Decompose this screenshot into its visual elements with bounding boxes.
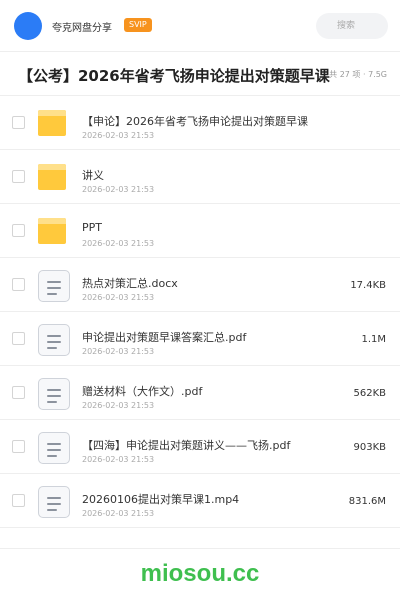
folder-icon bbox=[38, 162, 70, 194]
sharer-name: 夸克网盘分享 bbox=[52, 23, 112, 34]
share-meta: 共 27 项 · 7.5G bbox=[329, 70, 387, 79]
select-checkbox[interactable] bbox=[12, 116, 25, 129]
divider bbox=[0, 548, 400, 549]
file-size: 17.4KB bbox=[350, 280, 386, 291]
file-list: 【申论】2026年省考飞扬申论提出对策题早课 2026-02-03 21:53 讲义… bbox=[0, 96, 400, 528]
folder-icon bbox=[38, 108, 70, 140]
file-date: 2026-02-03 21:53 bbox=[82, 185, 155, 194]
file-name: 申论提出对策题早课答案汇总.pdf bbox=[82, 331, 247, 344]
list-item[interactable]: 讲义 2026-02-03 21:53 bbox=[0, 150, 400, 204]
list-item[interactable]: 【四海】申论提出对策题讲义——飞扬.pdf 2026-02-03 21:53 903… bbox=[0, 420, 400, 474]
search-input[interactable]: 搜索 bbox=[316, 13, 388, 39]
folder-icon bbox=[38, 216, 70, 248]
top-bar: 夸克网盘分享 SVIP 搜索 bbox=[0, 0, 400, 52]
select-checkbox[interactable] bbox=[12, 440, 25, 453]
select-checkbox[interactable] bbox=[12, 170, 25, 183]
list-item[interactable]: 【申论】2026年省考飞扬申论提出对策题早课 2026-02-03 21:53 bbox=[0, 96, 400, 150]
list-item[interactable]: PPT 2026-02-03 21:53 bbox=[0, 204, 400, 258]
file-size: 1.1M bbox=[361, 334, 386, 345]
list-item[interactable]: 热点对策汇总.docx 2026-02-03 21:53 17.4KB bbox=[0, 258, 400, 312]
file-date: 2026-02-03 21:53 bbox=[82, 455, 155, 464]
list-item[interactable]: 赠送材料（大作文）.pdf 2026-02-03 21:53 562KB bbox=[0, 366, 400, 420]
document-icon bbox=[38, 270, 70, 302]
share-title-bar: 【公考】2026年省考飞扬申论提出对策题早课 共 27 项 · 7.5G bbox=[0, 52, 400, 96]
file-date: 2026-02-03 21:53 bbox=[82, 401, 155, 410]
file-date: 2026-02-03 21:53 bbox=[82, 239, 155, 248]
select-checkbox[interactable] bbox=[12, 386, 25, 399]
document-icon bbox=[38, 432, 70, 464]
page-title: 【公考】2026年省考飞扬申论提出对策题早课 bbox=[18, 67, 330, 85]
avatar[interactable] bbox=[14, 12, 42, 40]
file-name: 20260106提出对策早课1.mp4 bbox=[82, 493, 240, 506]
file-name: 热点对策汇总.docx bbox=[82, 277, 178, 290]
file-date: 2026-02-03 21:53 bbox=[82, 347, 155, 356]
select-checkbox[interactable] bbox=[12, 278, 25, 291]
select-checkbox[interactable] bbox=[12, 494, 25, 507]
list-item[interactable]: 20260106提出对策早课1.mp4 2026-02-03 21:53 831.6… bbox=[0, 474, 400, 528]
file-name: 讲义 bbox=[82, 169, 104, 182]
file-size: 903KB bbox=[353, 442, 386, 453]
file-date: 2026-02-03 21:53 bbox=[82, 293, 155, 302]
file-name: PPT bbox=[82, 221, 102, 234]
document-icon bbox=[38, 324, 70, 356]
file-date: 2026-02-03 21:53 bbox=[82, 131, 155, 140]
select-checkbox[interactable] bbox=[12, 332, 25, 345]
list-item[interactable]: 申论提出对策题早课答案汇总.pdf 2026-02-03 21:53 1.1M bbox=[0, 312, 400, 366]
document-icon bbox=[38, 378, 70, 410]
file-name: 赠送材料（大作文）.pdf bbox=[82, 385, 203, 398]
document-icon bbox=[38, 486, 70, 518]
svip-badge: SVIP bbox=[124, 18, 152, 32]
file-date: 2026-02-03 21:53 bbox=[82, 509, 155, 518]
file-name: 【申论】2026年省考飞扬申论提出对策题早课 bbox=[82, 115, 308, 128]
file-size: 562KB bbox=[353, 388, 386, 399]
file-size: 831.6M bbox=[348, 496, 386, 507]
watermark: miosou.cc bbox=[140, 560, 260, 587]
select-checkbox[interactable] bbox=[12, 224, 25, 237]
file-name: 【四海】申论提出对策题讲义——飞扬.pdf bbox=[82, 439, 291, 452]
